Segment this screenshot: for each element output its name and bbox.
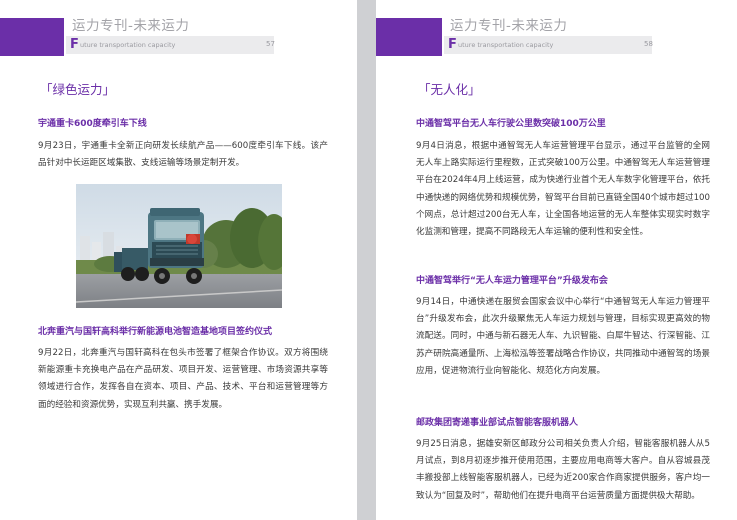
- header-accent-block: [376, 18, 442, 56]
- header-subtitle: uture transportation capacity: [80, 41, 176, 49]
- header-initial: F: [448, 37, 457, 52]
- article-title: 宇通重卡600度牵引车下线: [38, 119, 147, 129]
- article-title: 中通智驾平台无人车行驶公里数突破100万公里: [416, 119, 606, 129]
- article-body: 9月22日，北奔重汽与国轩高科在包头市签署了框架合作协议。双方将围绕新能源重卡充…: [38, 348, 328, 410]
- header-subtitle-bar: F uture transportation capacity: [444, 36, 652, 54]
- section-heading: 「无人化」: [418, 82, 481, 97]
- right-page: 运力专刊-未来运力 F uture transportation capacit…: [376, 0, 737, 520]
- article-body: 9月4日消息，根据中通智驾无人车运营管理平台显示，通过平台监管的全网无人车上路实…: [416, 141, 710, 238]
- header-initial: F: [70, 37, 79, 52]
- left-page: 运力专刊-未来运力 F uture transportation capacit…: [0, 0, 357, 520]
- article-body: 9月23日，宇通重卡全新正向研发长续航产品——600度牵引车下线。该产品针对中长…: [38, 141, 328, 169]
- article-body: 9月25日消息，据雄安新区邮政分公司相关负责人介绍，智能客服机器人从5月试点，到…: [416, 439, 710, 501]
- header-title: 运力专刊-未来运力: [450, 18, 568, 34]
- header-title: 运力专刊-未来运力: [72, 18, 190, 34]
- truck-photo: [76, 184, 282, 308]
- header-accent-block: [0, 18, 64, 56]
- article-title: 邮政集团寄递事业部试点智能客服机器人: [416, 418, 579, 428]
- section-heading: 「绿色运力」: [40, 82, 116, 97]
- article-title: 中通智驾举行“无人车运力管理平台”升级发布会: [416, 276, 608, 286]
- header-subtitle: uture transportation capacity: [458, 41, 554, 49]
- article-title: 北奔重汽与国轩高科举行新能源电池智造基地项目签约仪式: [38, 327, 273, 337]
- header-subtitle-bar: F uture transportation capacity: [66, 36, 274, 54]
- page-number: 58: [644, 40, 653, 48]
- page-number: 57: [266, 40, 275, 48]
- article-body: 9月14日，中通快递在服贸会国家会议中心举行“中通智驾无人车运力管理平台”升级发…: [416, 297, 710, 376]
